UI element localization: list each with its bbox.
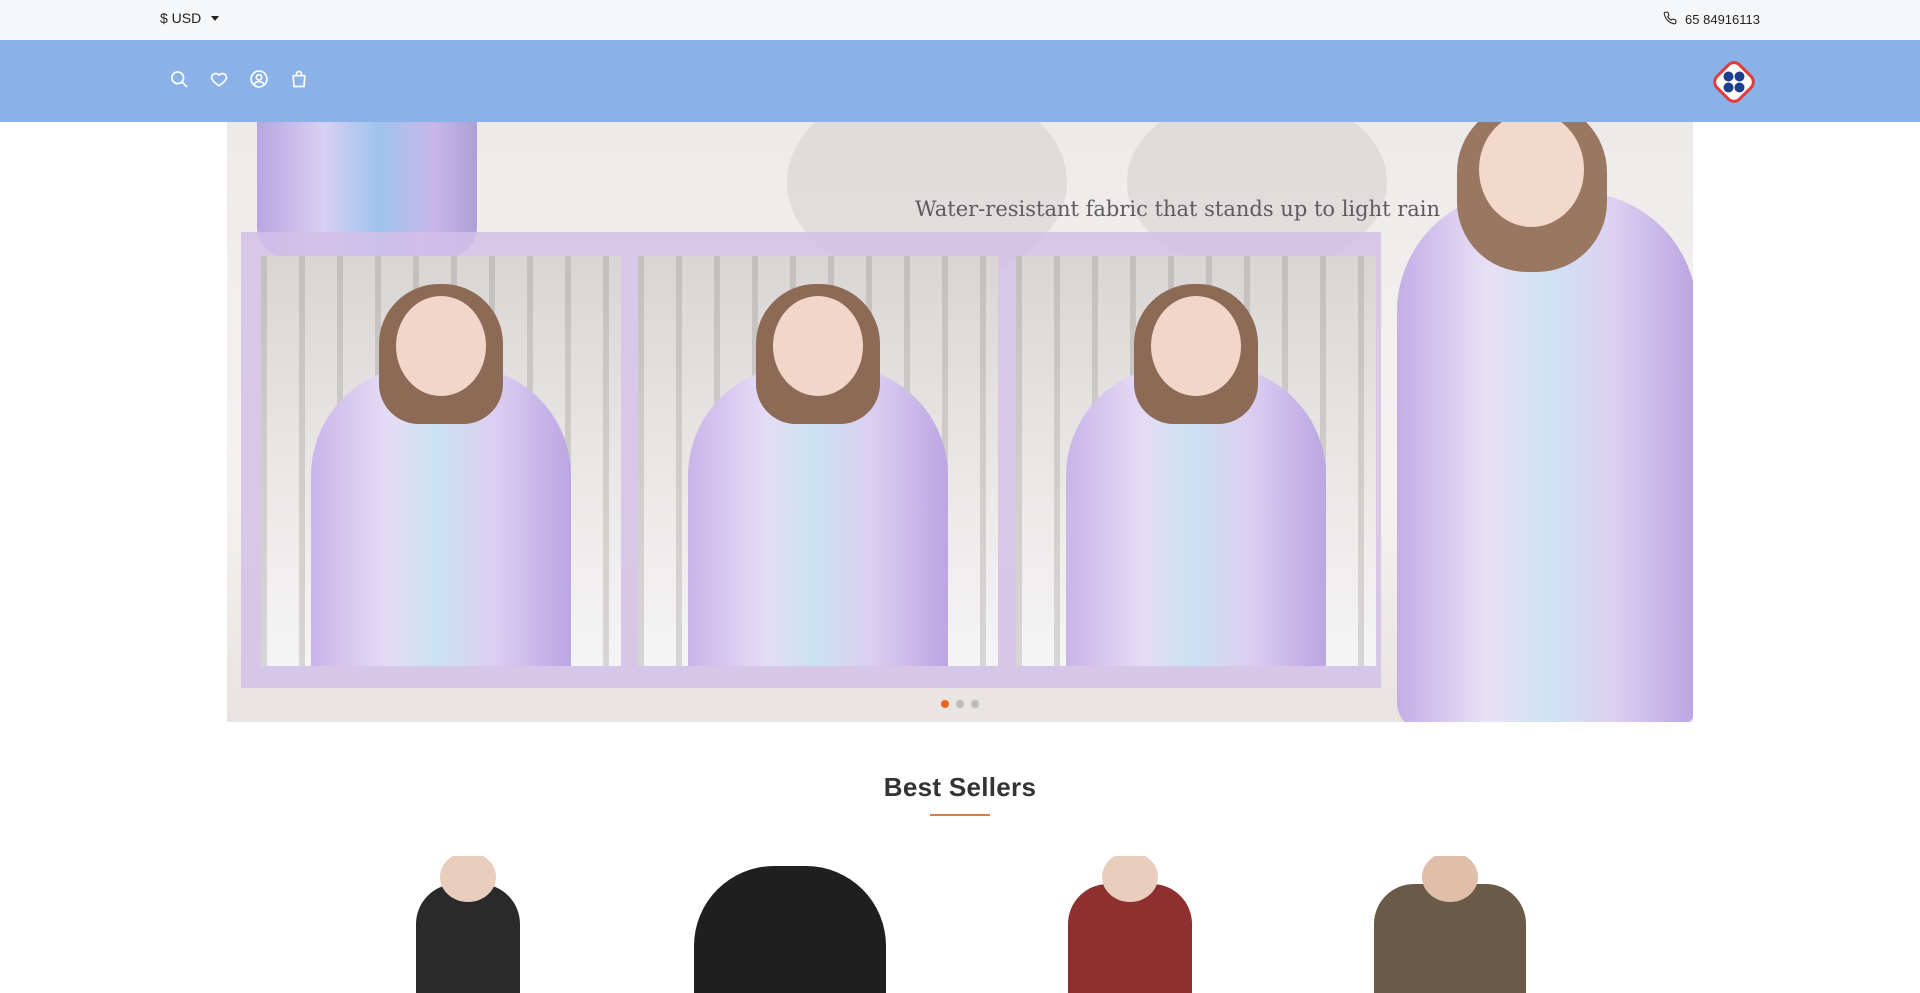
product-card[interactable] <box>1350 856 1550 993</box>
hero-caption: Water-resistant fabric that stands up to… <box>915 197 1441 221</box>
carousel-dot-3[interactable] <box>971 700 979 708</box>
header-icon-group <box>168 68 310 90</box>
product-card[interactable] <box>1030 856 1230 993</box>
currency-selector[interactable]: $ USD <box>160 10 220 26</box>
user-icon[interactable] <box>248 68 270 90</box>
carousel-indicators <box>227 700 1693 708</box>
collage-photo-1 <box>261 256 621 666</box>
bag-icon[interactable] <box>288 68 310 90</box>
main-header <box>0 40 1920 122</box>
product-card[interactable] <box>690 856 890 993</box>
photo-collage <box>241 232 1381 688</box>
collage-photo-2 <box>638 256 998 666</box>
best-sellers-title: Best Sellers <box>883 772 1037 802</box>
title-underline <box>930 814 990 816</box>
search-icon[interactable] <box>168 68 190 90</box>
product-card[interactable] <box>368 856 568 993</box>
chevron-down-icon <box>211 15 220 21</box>
store-logo[interactable] <box>1710 58 1758 106</box>
hero-banner[interactable]: Water-resistant fabric that stands up to… <box>227 122 1693 722</box>
featured-model-image <box>1387 122 1693 722</box>
heart-icon[interactable] <box>208 68 230 90</box>
phone-icon <box>1663 11 1677 28</box>
phone-number: 65 84916113 <box>1685 12 1760 27</box>
phone-contact[interactable]: 65 84916113 <box>1663 11 1760 28</box>
collage-photo-3 <box>1016 256 1376 666</box>
top-bar: $ USD 65 84916113 <box>0 0 1920 40</box>
carousel-dot-1[interactable] <box>941 700 949 708</box>
best-sellers-grid <box>0 856 1920 993</box>
currency-label: $ USD <box>160 10 202 26</box>
carousel-dot-2[interactable] <box>956 700 964 708</box>
